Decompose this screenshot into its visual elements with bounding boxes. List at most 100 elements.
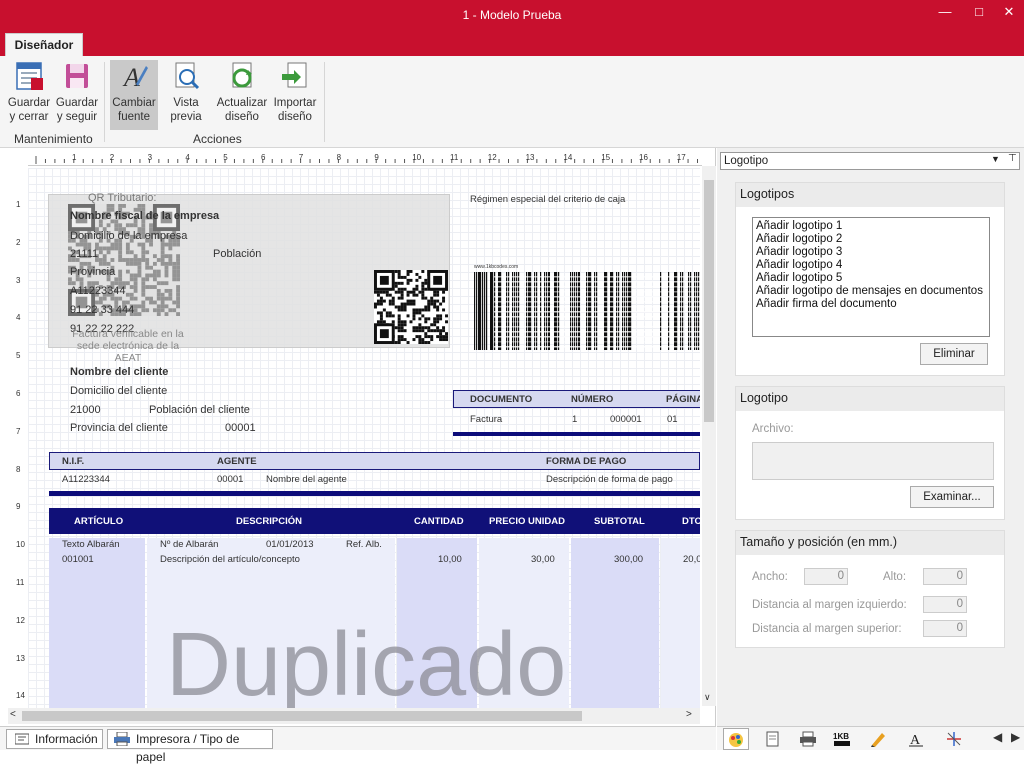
update-design-button[interactable]: Actualizar diseño <box>216 60 268 130</box>
lines-header-description: DESCRIPCIÓN <box>236 516 302 527</box>
qr-code-image[interactable] <box>374 270 448 344</box>
file-label: Archivo: <box>752 423 794 435</box>
logo-list-item[interactable]: Añadir logotipo 1 <box>756 220 986 233</box>
company-zip: 21111 <box>70 248 99 260</box>
height-field[interactable]: 0 <box>923 568 967 585</box>
logo-list-item[interactable]: Añadir firma del documento <box>756 298 986 311</box>
ruler-label: 14 <box>16 691 25 701</box>
page-icon[interactable] <box>763 730 781 748</box>
ruler-label: 17 <box>676 153 686 162</box>
ribbon-tab-row: Diseñador <box>0 30 1024 56</box>
document-page[interactable]: QR Tributario: Nombre fiscal de la empre… <box>28 168 700 708</box>
ruler-label: 15 <box>601 153 611 162</box>
maximize-button[interactable]: □ <box>964 4 994 19</box>
close-button[interactable]: ✕ <box>994 4 1024 20</box>
save-continue-button[interactable]: Guardar y seguir <box>54 60 100 130</box>
ruler-label: 14 <box>563 153 573 162</box>
doc-header-number: NÚMERO <box>571 394 614 405</box>
qr-label: QR Tributario: <box>88 192 157 204</box>
ruler-label: 13 <box>16 653 25 663</box>
pen-icon[interactable] <box>869 730 887 748</box>
barcode-1kb-icon[interactable]: 1KB <box>833 730 851 748</box>
compass-icon[interactable] <box>945 730 963 748</box>
tab-informacion-label: Información <box>35 732 98 746</box>
panel-icon-bar: 1KB A ◀ ▶ <box>717 726 1024 750</box>
agent-name: Nombre del agente <box>266 474 347 485</box>
refresh-design-icon <box>232 62 252 88</box>
bottom-tab-bar: Información Impresora / Tipo de papel <box>0 726 716 764</box>
pin-icon[interactable]: ⊤ <box>1008 153 1017 164</box>
group-label-actions: Acciones <box>193 132 242 146</box>
palette-icon[interactable] <box>727 730 745 748</box>
magnifier-page-icon <box>175 62 200 90</box>
arrow-left-icon[interactable]: ◀ <box>993 730 1002 744</box>
logo-list-item[interactable]: Añadir logotipo de mensajes en documento… <box>756 285 986 298</box>
save-close-icon <box>16 62 43 90</box>
logo-list-item[interactable]: Añadir logotipo 3 <box>756 246 986 259</box>
change-font-button[interactable]: A Cambiar fuente <box>110 60 158 130</box>
ruler-label: 9 <box>374 153 379 162</box>
save-icon <box>66 64 88 88</box>
logo-list-item[interactable]: Añadir logotipo 2 <box>756 233 986 246</box>
nif-value: A11223344 <box>62 474 110 485</box>
pdf417-barcode-image[interactable] <box>474 272 700 350</box>
lines-header-article: ARTÍCULO <box>74 516 124 527</box>
printer-icon[interactable] <box>799 730 817 748</box>
vertical-scrollbar[interactable]: ∨ <box>702 166 716 706</box>
verify-note-line-2: sede electrónica de la <box>76 340 180 352</box>
ruler-label: 4 <box>16 313 21 323</box>
preview-button[interactable]: Vista previa <box>163 60 209 130</box>
agent-code: 00001 <box>217 474 244 485</box>
scroll-right-icon[interactable]: > <box>686 709 692 720</box>
logo-list-item[interactable]: Añadir logotipo 5 <box>756 272 986 285</box>
top-margin-label: Distancia al margen superior: <box>752 623 902 635</box>
nif-underline <box>49 491 700 496</box>
regime-text: Régimen especial del criterio de caja <box>470 194 626 205</box>
arrow-right-icon[interactable]: ▶ <box>1011 730 1020 744</box>
width-field[interactable]: 0 <box>804 568 848 585</box>
ruler-label: 5 <box>16 351 21 361</box>
tab-informacion[interactable]: Información <box>6 729 103 749</box>
ruler-label: 13 <box>525 153 535 162</box>
line-text-albaran: Texto Albarán <box>62 539 120 550</box>
logo-list-item[interactable]: Añadir logotipo 4 <box>756 259 986 272</box>
horizontal-scroll-thumb[interactable] <box>22 711 582 721</box>
group-separator <box>324 62 325 142</box>
top-margin-field[interactable]: 0 <box>923 620 967 637</box>
height-label: Alto: <box>883 571 907 583</box>
chevron-down-icon[interactable]: ▼ <box>991 154 1000 164</box>
logos-list[interactable]: Añadir logotipo 1 Añadir logotipo 2 Añadir… <box>752 217 990 337</box>
left-margin-label: Distancia al margen izquierdo: <box>752 599 907 611</box>
ribbon: Guardar y cerrar Guardar y seguir A Camb… <box>0 56 1024 148</box>
element-selector-dropdown[interactable]: Logotipo ▼ ⊤ <box>720 152 1020 170</box>
ruler-label: 9 <box>16 502 21 512</box>
logos-list-items: Añadir logotipo 1 Añadir logotipo 2 Añadir… <box>756 220 986 311</box>
company-city: Población <box>213 248 262 260</box>
file-path-field[interactable] <box>752 442 994 480</box>
verify-note-line-3: AEAT <box>114 352 142 364</box>
remove-logo-button[interactable]: Eliminar <box>920 343 988 365</box>
import-design-button[interactable]: Importar diseño <box>270 60 320 130</box>
client-address: Domicilio del cliente <box>70 385 168 397</box>
save-close-button[interactable]: Guardar y cerrar <box>6 60 52 130</box>
text-a-icon[interactable]: A <box>907 730 925 748</box>
ruler-label: 4 <box>185 153 190 162</box>
scroll-down-icon[interactable]: ∨ <box>704 692 711 703</box>
line-unit-price: 30,00 <box>531 554 555 565</box>
left-margin-field[interactable]: 0 <box>923 596 967 613</box>
horizontal-scrollbar[interactable]: < > <box>8 708 700 724</box>
minimize-button[interactable]: — <box>930 4 960 19</box>
tab-disenador[interactable]: Diseñador <box>5 33 83 56</box>
vertical-ruler: 1 2 3 4 5 6 7 8 9 10 11 12 13 14 <box>8 166 28 706</box>
element-selector-value: Logotipo <box>724 155 769 167</box>
svg-text:1KB: 1KB <box>833 732 849 741</box>
vertical-scroll-thumb[interactable] <box>704 180 714 422</box>
browse-button[interactable]: Examinar... <box>910 486 994 508</box>
window-title: 1 - Modelo Prueba <box>462 8 562 22</box>
tab-printer-paper[interactable]: Impresora / Tipo de papel <box>107 729 273 764</box>
ruler-label: 12 <box>16 615 25 625</box>
scroll-left-icon[interactable]: < <box>10 709 16 720</box>
agent-header: AGENTE <box>217 456 257 467</box>
logos-section: Logotipos Añadir logotipo 1 Añadir logoti… <box>735 182 1005 376</box>
doc-page: 01 <box>667 414 678 425</box>
